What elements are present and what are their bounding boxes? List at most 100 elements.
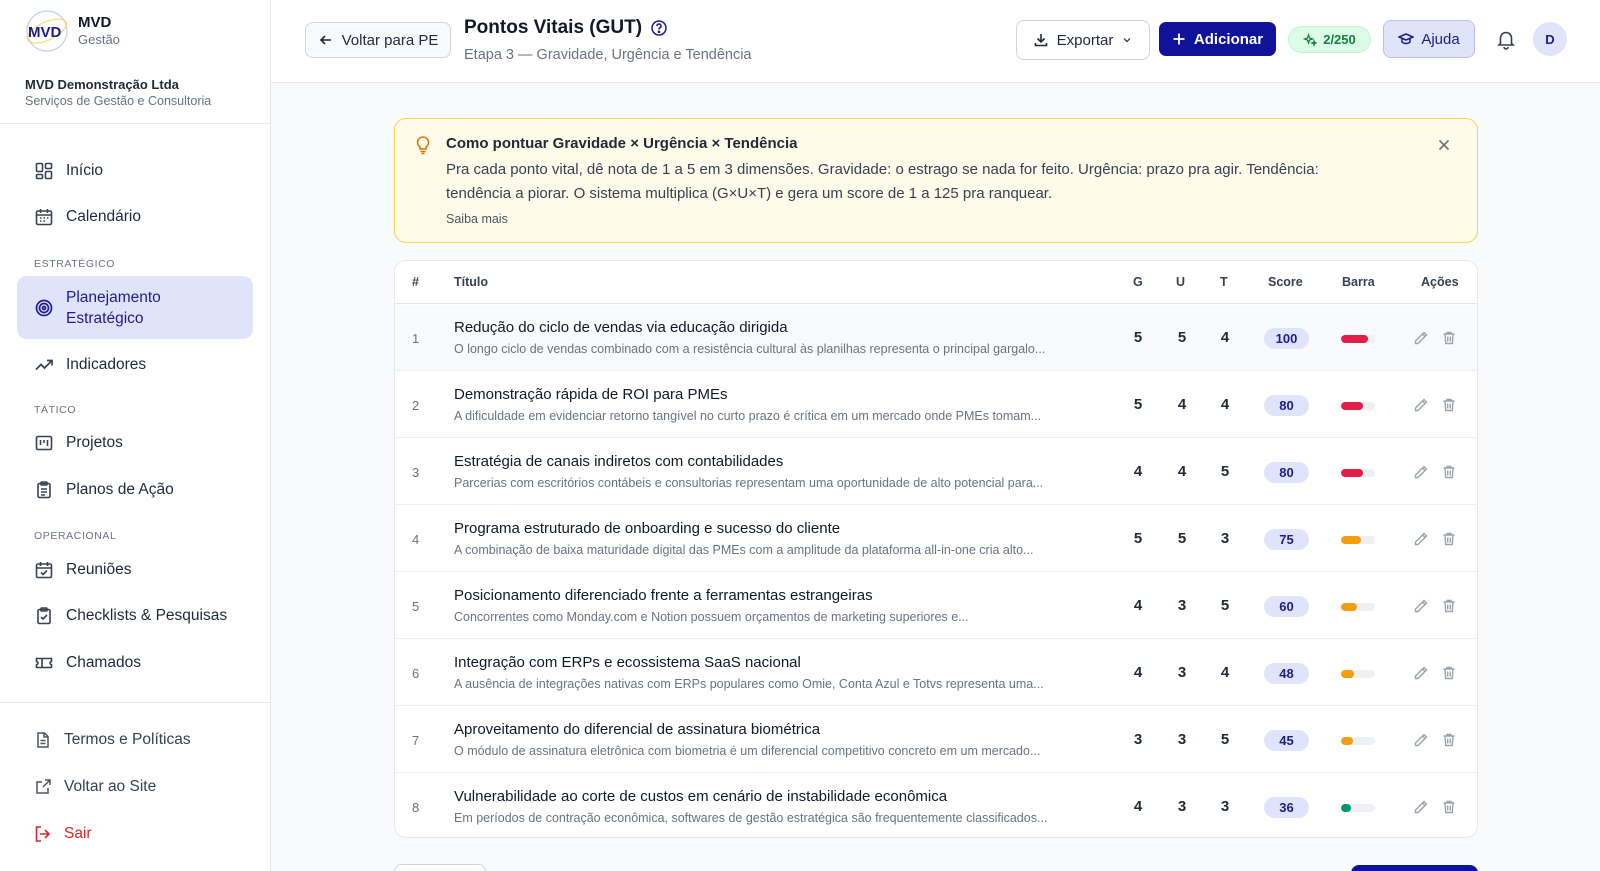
trash-icon[interactable] xyxy=(1441,799,1457,815)
trash-icon[interactable] xyxy=(1441,732,1457,748)
edit-icon[interactable] xyxy=(1413,330,1429,346)
row-title: Posicionamento diferenciado frente a fer… xyxy=(454,587,873,604)
sidebar-section-title: TÁTICO xyxy=(34,404,77,416)
calendar-check-icon xyxy=(35,562,53,579)
lightbulb-icon xyxy=(416,136,430,155)
score-badge: 80 xyxy=(1264,462,1309,483)
sidebar-item-label: Indicadores xyxy=(66,356,147,373)
edit-icon[interactable] xyxy=(1413,799,1429,815)
table-row[interactable]: 5 Posicionamento diferenciado frente a fe… xyxy=(395,573,1477,639)
edit-icon[interactable] xyxy=(1413,464,1429,480)
trash-icon[interactable] xyxy=(1441,598,1457,614)
row-urgencia: 5 xyxy=(1177,530,1187,547)
brand[interactable]: MVD MVD Gestão xyxy=(24,8,120,54)
sidebar-item-inicio[interactable]: Início xyxy=(17,150,253,192)
sidebar-footer-divider xyxy=(0,702,270,703)
help-circle-icon[interactable] xyxy=(650,19,668,37)
row-urgencia: 3 xyxy=(1177,664,1187,681)
close-icon[interactable] xyxy=(1436,137,1452,153)
row-gravidade: 5 xyxy=(1133,396,1143,413)
sidebar-item-sair[interactable]: Sair xyxy=(34,825,92,843)
sidebar-item-label: Calendário xyxy=(66,208,141,225)
sidebar-divider xyxy=(0,123,270,124)
row-description: O módulo de assinatura eletrônica com bi… xyxy=(454,744,1041,758)
table-row[interactable]: 7 Aproveitamento do diferencial de assina… xyxy=(395,707,1477,773)
trash-icon[interactable] xyxy=(1441,665,1457,681)
table-row[interactable]: 8 Vulnerabilidade ao corte de custos em c… xyxy=(395,774,1477,837)
sidebar-item-chamados[interactable]: Chamados xyxy=(17,642,253,684)
row-gravidade: 4 xyxy=(1133,798,1143,815)
table-row[interactable]: 4 Programa estruturado de onboarding e su… xyxy=(395,506,1477,572)
sidebar-item-label: Planos de Ação xyxy=(66,481,174,498)
arrow-left-icon xyxy=(319,35,331,45)
edit-icon[interactable] xyxy=(1413,732,1429,748)
sidebar-item-planos-de-acao[interactable]: Planos de Ação xyxy=(17,469,253,511)
table-row[interactable]: 2 Demonstração rápida de ROI para PMEs A d… xyxy=(395,372,1477,438)
row-description: Em períodos de contração econômica, soft… xyxy=(454,811,1048,825)
row-title: Estratégia de canais indiretos com conta… xyxy=(454,453,784,470)
avatar[interactable]: D xyxy=(1533,22,1567,56)
row-number: 2 xyxy=(412,398,420,413)
table-row[interactable]: 3 Estratégia de canais indiretos com cont… xyxy=(395,439,1477,505)
score-badge: 100 xyxy=(1264,328,1309,349)
sidebar-item-voltar-site[interactable]: Voltar ao Site xyxy=(34,778,156,796)
row-urgencia: 5 xyxy=(1177,329,1187,346)
row-tendencia: 4 xyxy=(1220,329,1230,346)
ticket-icon xyxy=(35,657,53,669)
sidebar-item-reunioes[interactable]: Reuniões xyxy=(17,549,253,591)
sidebar-item-calendario[interactable]: Calendário xyxy=(17,196,253,238)
row-tendencia: 3 xyxy=(1220,798,1230,815)
clipboard-list-icon xyxy=(37,481,51,499)
export-button[interactable]: Exportar xyxy=(1016,20,1150,60)
row-title: Demonstração rápida de ROI para PMEs xyxy=(454,386,728,403)
next-page-button[interactable] xyxy=(1351,865,1478,871)
trash-icon[interactable] xyxy=(1441,330,1457,346)
kanban-icon xyxy=(35,435,53,451)
plus-icon xyxy=(1173,33,1185,45)
sidebar-item-termos[interactable]: Termos e Políticas xyxy=(34,731,191,749)
trash-icon[interactable] xyxy=(1441,531,1457,547)
score-bar-fill xyxy=(1341,536,1362,544)
banner-learn-more-link[interactable]: Saiba mais xyxy=(446,212,508,226)
help-button[interactable]: Ajuda xyxy=(1383,20,1475,58)
previous-page-button[interactable] xyxy=(394,864,486,871)
row-gravidade: 5 xyxy=(1133,329,1143,346)
sidebar-item-planejamento-estrategico[interactable]: Planejamento Estratégico xyxy=(17,276,253,339)
table-row[interactable]: 1 Redução do ciclo de vendas via educação… xyxy=(395,305,1477,371)
brand-logo-icon: MVD xyxy=(26,10,68,52)
row-gravidade: 4 xyxy=(1133,597,1143,614)
col-u: U xyxy=(1176,275,1186,289)
clipboard-check-icon xyxy=(37,607,51,625)
edit-icon[interactable] xyxy=(1413,665,1429,681)
score-bar-fill xyxy=(1341,402,1363,410)
row-number: 6 xyxy=(412,666,420,681)
sidebar-item-projetos[interactable]: Projetos xyxy=(17,422,253,464)
edit-icon[interactable] xyxy=(1413,397,1429,413)
sidebar-item-label: Chamados xyxy=(66,654,141,671)
bell-icon[interactable] xyxy=(1495,28,1517,50)
trash-icon[interactable] xyxy=(1441,397,1457,413)
edit-icon[interactable] xyxy=(1413,598,1429,614)
row-description: O longo ciclo de vendas combinado com a … xyxy=(454,342,1046,356)
score-bar-fill xyxy=(1341,335,1369,343)
info-banner: Como pontuar Gravidade × Urgência × Tend… xyxy=(394,118,1478,243)
score-bar xyxy=(1341,603,1375,611)
trash-icon[interactable] xyxy=(1441,464,1457,480)
row-description: Concorrentes como Monday.com e Notion po… xyxy=(454,610,969,624)
back-button[interactable]: Voltar para PE xyxy=(305,22,451,58)
col-title: Título xyxy=(454,275,489,289)
credits-badge[interactable]: 2/250 xyxy=(1288,26,1371,53)
sidebar-item-label: Checklists & Pesquisas xyxy=(66,607,228,624)
score-badge: 48 xyxy=(1264,663,1309,684)
sidebar-item-checklists-pesquisas[interactable]: Checklists & Pesquisas xyxy=(17,595,253,637)
edit-icon[interactable] xyxy=(1413,531,1429,547)
add-button[interactable]: Adicionar xyxy=(1159,22,1276,56)
brand-name: MVD xyxy=(78,14,112,31)
table-row[interactable]: 6 Integração com ERPs e ecossistema SaaS … xyxy=(395,640,1477,706)
page-title-text: Pontos Vitais (GUT) xyxy=(464,17,643,38)
score-bar xyxy=(1341,670,1375,678)
target-icon xyxy=(35,299,53,316)
add-button-label: Adicionar xyxy=(1193,30,1264,48)
credits-count: 2/250 xyxy=(1323,32,1356,47)
sidebar-item-indicadores[interactable]: Indicadores xyxy=(17,344,253,386)
